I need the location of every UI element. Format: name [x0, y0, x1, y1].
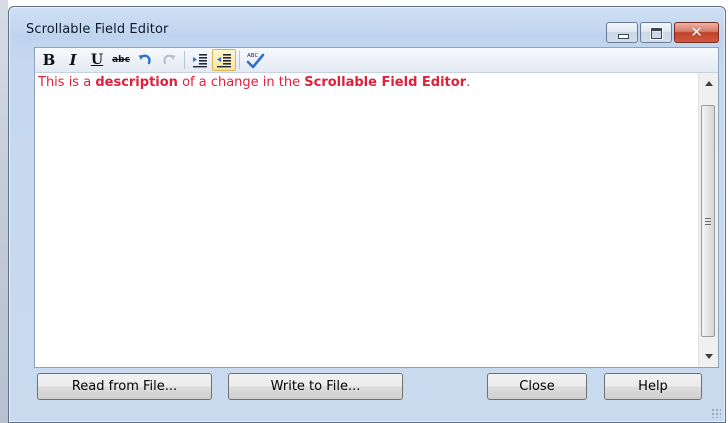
decrease-indent-button[interactable] — [212, 49, 236, 71]
close-button[interactable]: Close — [487, 373, 587, 400]
scroll-up-button[interactable] — [699, 75, 718, 92]
italic-icon: I — [69, 51, 77, 69]
write-to-file-button[interactable]: Write to File... — [228, 373, 403, 400]
description-text-area[interactable]: This is a description of a change in the… — [35, 73, 698, 367]
caption-buttons: ✕ — [606, 22, 719, 43]
arrow-up-icon — [704, 81, 713, 86]
italic-button[interactable]: I — [61, 49, 85, 71]
scroll-down-button[interactable] — [699, 348, 718, 365]
spell-check-button[interactable]: ABC — [243, 49, 267, 71]
underline-icon: U — [90, 52, 104, 68]
scrollable-field-editor-window: Scrollable Field Editor ✕ B I U abc ABC … — [8, 6, 726, 423]
text-run-bold: Scrollable Field Editor — [304, 75, 467, 90]
vertical-scrollbar[interactable] — [698, 73, 718, 367]
desktop-background — [0, 0, 8, 423]
undo-icon — [138, 54, 151, 65]
bold-icon: B — [42, 51, 56, 69]
close-window-button[interactable]: ✕ — [674, 22, 719, 43]
strikethrough-button[interactable]: abc — [109, 49, 133, 71]
spell-check-label: ABC — [247, 53, 258, 59]
text-run: This is a — [38, 75, 96, 90]
maximize-button[interactable] — [640, 22, 672, 43]
help-button[interactable]: Help — [604, 373, 702, 400]
window-title: Scrollable Field Editor — [26, 22, 169, 37]
close-icon: ✕ — [690, 23, 703, 41]
read-from-file-button[interactable]: Read from File... — [37, 373, 212, 400]
undo-button[interactable] — [133, 49, 157, 71]
maximize-icon — [651, 28, 662, 39]
grip-icon — [705, 217, 711, 225]
text-run-bold: description — [95, 75, 178, 90]
underline-button[interactable]: U — [85, 49, 109, 71]
increase-indent-button[interactable] — [188, 49, 212, 71]
strikethrough-icon: abc — [112, 55, 130, 65]
text-run: . — [466, 75, 471, 90]
resize-grip[interactable] — [711, 408, 721, 418]
text-run: of a change in the — [177, 75, 305, 90]
toolbar-separator — [184, 51, 185, 69]
redo-button[interactable] — [157, 49, 181, 71]
increase-indent-icon — [193, 54, 207, 68]
bold-button[interactable]: B — [37, 49, 61, 71]
arrow-down-icon — [704, 354, 713, 359]
editor-panel: B I U abc ABC This is a description of a… — [34, 47, 719, 368]
scrollbar-thumb[interactable] — [701, 105, 715, 337]
redo-icon — [163, 54, 176, 65]
minimize-icon — [618, 34, 629, 39]
formatting-toolbar: B I U abc ABC — [35, 48, 718, 73]
decrease-indent-icon — [217, 54, 231, 68]
toolbar-separator — [239, 51, 240, 69]
spell-check-icon: ABC — [246, 53, 265, 69]
minimize-button[interactable] — [606, 22, 638, 43]
